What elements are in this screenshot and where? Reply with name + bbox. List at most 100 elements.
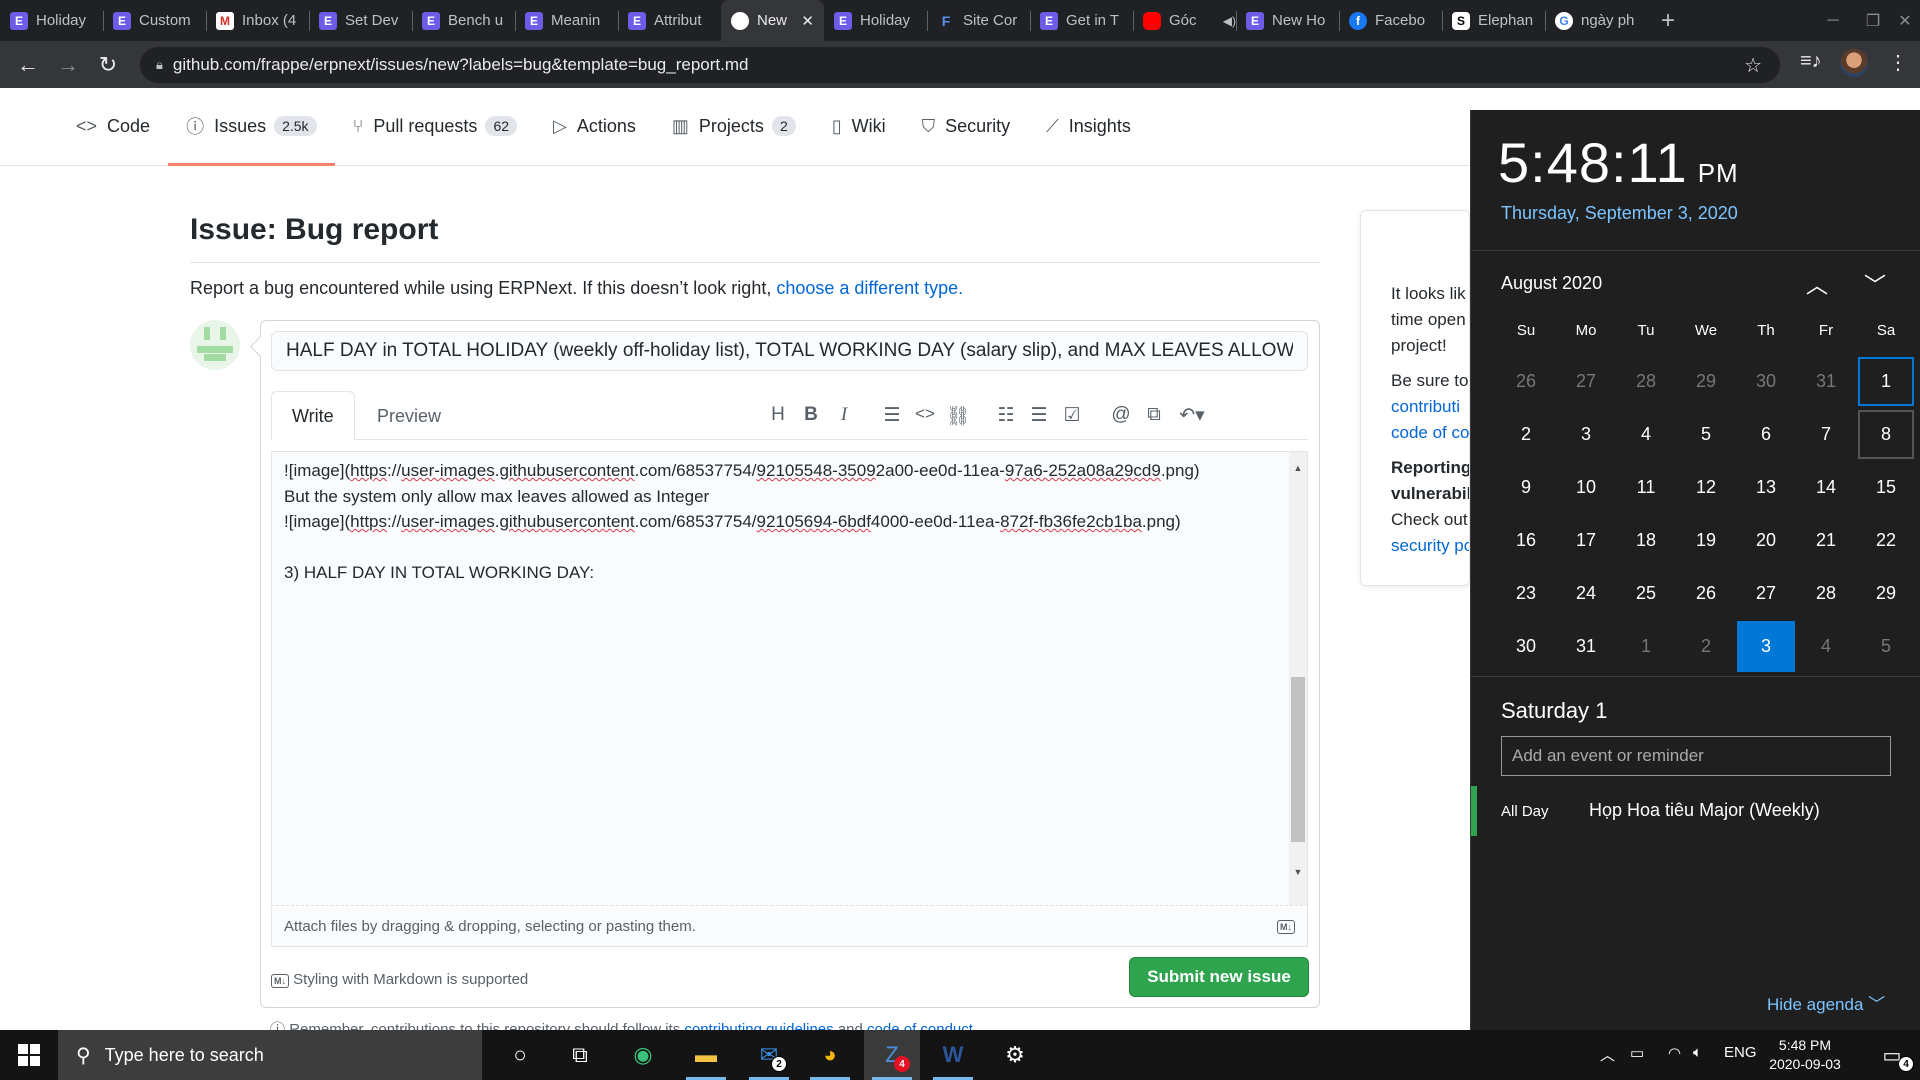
calendar-day[interactable]: 31 (1797, 356, 1855, 407)
tab-write[interactable]: Write (271, 391, 355, 441)
calendar-day[interactable]: 30 (1497, 621, 1555, 672)
calendar-day[interactable]: 1 (1617, 621, 1675, 672)
browser-tab[interactable]: S Elephan (1442, 0, 1545, 41)
link-icon[interactable]: ⛓ (945, 404, 971, 428)
speaker-icon[interactable]: ◀) (1223, 14, 1236, 28)
choose-different-type-link[interactable]: choose a different type. (776, 278, 963, 298)
calendar-day[interactable]: 15 (1857, 462, 1915, 513)
calendar-day[interactable]: 14 (1797, 462, 1855, 513)
calendar-day[interactable]: 3 (1557, 409, 1615, 460)
word-icon[interactable]: W (925, 1030, 981, 1080)
chevron-up-icon[interactable]: ︿ (1806, 268, 1828, 300)
volume-icon[interactable]: 🔈︎ (1693, 1044, 1702, 1061)
bookmark-star-icon[interactable]: ☆ (1744, 53, 1762, 78)
calendar-day[interactable]: 28 (1617, 356, 1675, 407)
task-view-icon[interactable]: ⧉ (552, 1030, 608, 1080)
back-button[interactable]: ← (8, 45, 48, 85)
browser-tab[interactable]: E Get in T (1030, 0, 1133, 41)
repo-tab-wiki[interactable]: ▯ Wiki (814, 87, 904, 165)
saved-reply-icon[interactable]: ↶▾ (1174, 404, 1210, 427)
close-window-button[interactable]: ✕ (1890, 0, 1920, 41)
browser-tab[interactable]: E Custom (103, 0, 206, 41)
reload-button[interactable]: ↻ (88, 45, 128, 85)
browser-tab[interactable]: Góc ◀) (1133, 0, 1236, 41)
browser-tab[interactable]: E Meanin (515, 0, 618, 41)
calendar-day[interactable]: 19 (1677, 515, 1735, 566)
calendar-day[interactable]: 5 (1677, 409, 1735, 460)
start-button[interactable] (0, 1030, 58, 1080)
issue-title-input[interactable] (271, 331, 1308, 371)
chrome-icon[interactable]: ◕ (802, 1030, 858, 1080)
calendar-day[interactable]: 22 (1857, 515, 1915, 566)
repo-tab-pull-requests[interactable]: ⑂ Pull requests 62 (335, 87, 535, 165)
textarea-scrollbar[interactable]: ▲ ▼ (1289, 452, 1307, 905)
taskbar-search[interactable]: ⚲ Type here to search (58, 1030, 482, 1080)
add-event-input[interactable] (1501, 736, 1891, 776)
calendar-day-selected[interactable]: 1 (1857, 356, 1915, 407)
forward-button[interactable]: → (48, 45, 88, 85)
calendar-day[interactable]: 2 (1497, 409, 1555, 460)
taskbar-clock[interactable]: 5:48 PM 2020-09-03 (1760, 1036, 1850, 1074)
wifi-icon[interactable]: ◠ (1668, 1044, 1681, 1062)
close-tab-icon[interactable]: ✕ (801, 12, 814, 30)
card-text-line[interactable]: contributi (1391, 394, 1460, 420)
cross-reference-icon[interactable]: ⧉ (1141, 404, 1167, 426)
file-explorer-icon[interactable]: ▬ (678, 1030, 734, 1080)
browser-tab[interactable]: E Bench u (412, 0, 515, 41)
hide-agenda-button[interactable]: Hide agenda ﹀ (1767, 990, 1885, 1015)
settings-gear-icon[interactable]: ⚙ (987, 1030, 1043, 1080)
tab-preview[interactable]: Preview (357, 391, 461, 441)
language-indicator[interactable]: ENG (1724, 1044, 1757, 1061)
quote-icon[interactable]: ☰ (879, 404, 905, 427)
calendar-day[interactable]: 30 (1737, 356, 1795, 407)
chrome-menu-icon[interactable]: ⋮ (1888, 50, 1908, 75)
code-icon[interactable]: <> (912, 404, 938, 424)
month-title[interactable]: August 2020 (1501, 273, 1602, 294)
zalo-icon[interactable]: Z4 (864, 1030, 920, 1080)
scroll-down-arrow-icon[interactable]: ▼ (1289, 860, 1307, 886)
event-title[interactable]: Họp Hoa tiêu Major (Weekly) (1589, 800, 1820, 821)
scroll-thumb[interactable] (1291, 677, 1305, 842)
calendar-day[interactable]: 25 (1617, 568, 1675, 619)
address-bar[interactable]: 🔒︎ github.com/frappe/erpnext/issues/new?… (140, 47, 1780, 83)
calendar-day[interactable]: 31 (1557, 621, 1615, 672)
calendar-day[interactable]: 17 (1557, 515, 1615, 566)
minimize-button[interactable]: ─ (1810, 0, 1856, 41)
italic-icon[interactable]: I (831, 404, 857, 426)
browser-tab[interactable]: Gngày ph (1545, 0, 1648, 41)
calendar-day[interactable]: 23 (1497, 568, 1555, 619)
calendar-day[interactable]: 9 (1497, 462, 1555, 513)
profile-avatar[interactable] (1840, 49, 1868, 77)
chevron-down-icon[interactable]: ﹀ (1864, 268, 1886, 300)
chevron-up-icon[interactable]: ︿ (1600, 1044, 1615, 1065)
repo-tab-issues[interactable]: ⓘ Issues 2.5k (168, 87, 335, 166)
repo-tab-insights[interactable]: ⟋ Insights (1028, 87, 1149, 165)
browser-tab[interactable]: E Attribut (618, 0, 721, 41)
numbered-list-icon[interactable]: ☰ (1026, 404, 1052, 427)
calendar-day[interactable]: 26 (1677, 568, 1735, 619)
calendar-day[interactable]: 11 (1617, 462, 1675, 513)
calendar-day[interactable]: 5 (1857, 621, 1915, 672)
calendar-day[interactable]: 27 (1557, 356, 1615, 407)
calendar-day[interactable]: 8 (1857, 409, 1915, 460)
calendar-day[interactable]: 21 (1797, 515, 1855, 566)
bullet-list-icon[interactable]: ☷ (993, 404, 1019, 427)
media-control-icon[interactable]: ≡♪ (1800, 50, 1822, 73)
user-avatar[interactable] (190, 320, 240, 370)
calendar-day-today[interactable]: 3 (1737, 621, 1795, 672)
calendar-day[interactable]: 18 (1617, 515, 1675, 566)
cortana-icon[interactable]: ○ (492, 1030, 548, 1080)
calendar-day[interactable]: 4 (1617, 409, 1675, 460)
browser-tab[interactable]: F Site Cor (927, 0, 1030, 41)
card-text-line[interactable]: code of co (1391, 420, 1469, 446)
calendar-day[interactable]: 16 (1497, 515, 1555, 566)
issue-body-textarea[interactable]: ![image](https://user-images.githubuserc… (271, 451, 1308, 906)
browser-tab[interactable]: New ✕ (721, 0, 824, 41)
browser-tab[interactable]: f Facebo (1339, 0, 1442, 41)
scroll-up-arrow-icon[interactable]: ▲ (1289, 456, 1307, 482)
battery-icon[interactable]: ▭ (1630, 1044, 1644, 1062)
calendar-day[interactable]: 10 (1557, 462, 1615, 513)
calendar-day[interactable]: 27 (1737, 568, 1795, 619)
browser-tab[interactable]: E Holiday (0, 0, 103, 41)
markdown-support-note[interactable]: M↓ Styling with Markdown is supported (271, 971, 528, 988)
